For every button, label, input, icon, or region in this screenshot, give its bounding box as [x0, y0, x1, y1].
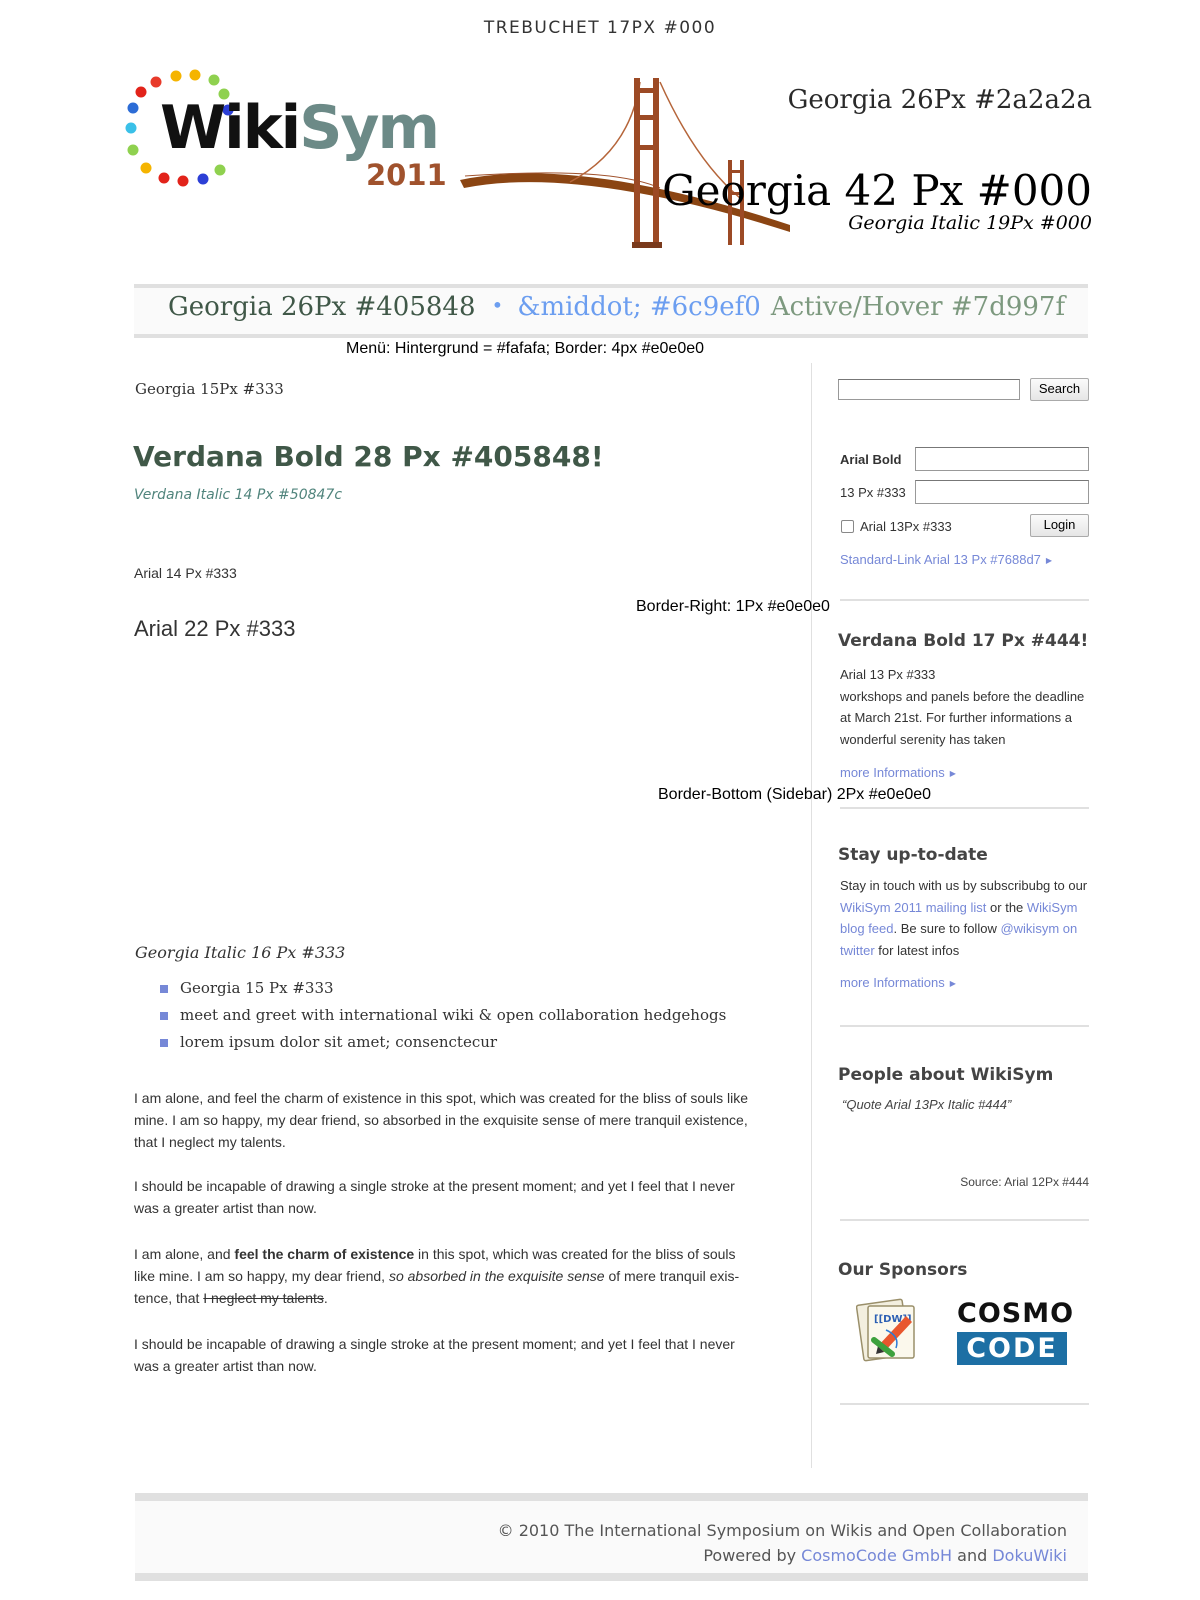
more-link-text[interactable]: more Informations	[840, 765, 945, 780]
sidebar-text: Arial 13 Px #333 workshops and panels bef…	[840, 664, 1092, 750]
arrow-right-icon: ▶	[949, 769, 956, 778]
list-item-text: meet and greet with international wiki &…	[180, 1006, 727, 1024]
list-item-text: Georgia 15 Px #333	[180, 979, 334, 997]
text-span: I am alone, and	[134, 1246, 235, 1262]
text-span: or the	[986, 899, 1027, 915]
italic-text: so absorbed in the exquisite sense	[388, 1268, 605, 1284]
text-span: . Be sure to follow	[893, 921, 1001, 936]
italic-heading: Georgia Italic 16 Px #333	[135, 943, 346, 962]
bullet-square-icon	[160, 985, 168, 993]
login-button[interactable]: Login	[1030, 514, 1089, 537]
search-input[interactable]	[838, 379, 1020, 400]
content-divider	[811, 363, 812, 1468]
password-field[interactable]	[915, 480, 1089, 504]
logo-sym: Sym	[299, 93, 440, 163]
list-item: Georgia 15 Px #333	[160, 975, 726, 1002]
sidebar-heading: Stay up-to-date	[838, 845, 988, 865]
bullet-square-icon	[160, 1012, 168, 1020]
sidebar-heading: People about WikiSym	[838, 1065, 1054, 1085]
dokuwiki-link[interactable]: DokuWiki	[992, 1546, 1067, 1565]
section-heading: Arial 22 Px #333	[134, 616, 296, 641]
more-link-text[interactable]: more Informations	[840, 975, 945, 990]
border-bottom-annotation: Border-Bottom (Sidebar) 2Px #e0e0e0	[658, 786, 932, 803]
bullet-list: Georgia 15 Px #333 meet and greet with i…	[160, 975, 726, 1056]
more-informations-link[interactable]: more Informations ▶	[840, 765, 956, 780]
header-subtitle: Georgia 26Px #2a2a2a	[787, 85, 1092, 115]
footer-powered-by: Powered by CosmoCode GmbH and DokuWiki	[703, 1546, 1067, 1565]
sidebar-heading: Verdana Bold 17 Px #444!	[838, 631, 1089, 651]
menu-item-active[interactable]: Active/Hover #7d997f	[771, 292, 1065, 322]
border-right-annotation: Border-Right: 1Px #e0e0e0	[636, 598, 830, 615]
footer-copyright: © 2010 The International Symposium on Wi…	[497, 1521, 1067, 1540]
sidebar-divider	[840, 807, 1089, 809]
top-note: TREBUCHET 17PX #000	[483, 18, 717, 38]
site-title: Georgia 42 Px #000	[662, 166, 1092, 215]
menu-annotation: Menü: Hintergrund = #fafafa; Border: 4px…	[346, 340, 705, 357]
page-title: Verdana Bold 28 Px #405848!	[133, 440, 604, 473]
menu-item-2[interactable]: &middot; #6c9ef0	[517, 292, 761, 322]
text-span: and	[952, 1546, 993, 1565]
paragraph: I am alone, and feel the charm of existe…	[134, 1090, 748, 1150]
list-item: meet and greet with international wiki &…	[160, 1002, 726, 1029]
menu-separator: •	[491, 293, 504, 317]
paragraph: I should be incapable of drawing a singl…	[134, 1336, 735, 1374]
site-tagline: Georgia Italic 19Px #000	[848, 212, 1092, 234]
sidebar-text: Stay in touch with us by subscribubg to …	[840, 875, 1092, 961]
username-field[interactable]	[915, 447, 1089, 471]
sidebar-text-body: workshops and panels before the deadline…	[840, 688, 1085, 747]
search-button[interactable]: Search	[1030, 378, 1089, 401]
cosmocode-logo-top[interactable]: COSMO	[957, 1298, 1073, 1329]
username-label: Arial Bold	[840, 452, 902, 467]
paragraph-formatted: I am alone, and feel the charm of existe…	[134, 1243, 760, 1309]
paragraph: I should be incapable of drawing a singl…	[134, 1178, 735, 1216]
standard-link-text[interactable]: Standard-Link Arial 13 Px #7688d7	[840, 552, 1041, 567]
password-label: 13 Px #333	[840, 485, 906, 500]
logo-wordmark[interactable]: WikiSym	[160, 98, 440, 158]
text-span: Stay in touch with us by subscribubg to …	[840, 878, 1088, 893]
dokuwiki-logo-icon[interactable]: [[DW]]	[856, 1296, 922, 1362]
sidebar-divider	[840, 1403, 1089, 1405]
main-menu: Georgia 26Px #405848 • &middot; #6c9ef0 Act…	[168, 292, 1065, 322]
cosmocode-logo-bottom[interactable]: CODE	[957, 1332, 1067, 1365]
arrow-right-icon: ▶	[1045, 556, 1053, 565]
remember-label[interactable]: Arial 13Px #333	[860, 519, 952, 534]
bold-text: feel the charm of existence	[234, 1246, 415, 1262]
page-subtitle: Verdana Italic 14 Px #50847c	[134, 487, 343, 503]
cosmocode-link[interactable]: CosmoCode GmbH	[801, 1546, 952, 1565]
golden-gate-bridge-illustration	[460, 78, 790, 248]
menu-item-1[interactable]: Georgia 26Px #405848	[168, 292, 476, 322]
text-span: .	[323, 1290, 328, 1306]
testimonial-quote: “Quote Arial 13Px Italic #444”	[842, 1097, 1012, 1112]
logo-wiki: Wiki	[160, 93, 301, 163]
text-span: for latest infos	[874, 942, 960, 958]
more-informations-link[interactable]: more Informations ▶	[840, 975, 956, 990]
logo-year: 2011	[366, 158, 447, 192]
quote-source: Source: Arial 12Px #444	[960, 1175, 1089, 1189]
list-item-text: lorem ipsum dolor sit amet; consenctecur	[180, 1033, 498, 1051]
remember-checkbox[interactable]	[841, 520, 854, 533]
strikethrough-text: I neglect my talents	[203, 1290, 324, 1306]
sidebar-heading: Our Sponsors	[838, 1260, 968, 1280]
sidebar-divider	[840, 599, 1089, 601]
breadcrumb[interactable]: Georgia 15Px #333	[135, 380, 284, 398]
arrow-right-icon: ▶	[949, 979, 956, 988]
standard-link[interactable]: Standard-Link Arial 13 Px #7688d7 ▶	[840, 552, 1052, 567]
sidebar-text-line: Arial 13 Px #333	[840, 667, 936, 682]
text-span: Powered by	[703, 1546, 802, 1565]
sidebar-divider	[840, 1025, 1089, 1027]
bullet-square-icon	[160, 1039, 168, 1047]
mailing-list-link[interactable]: WikiSym 2011 mailing list	[840, 900, 986, 915]
sidebar-divider	[840, 1219, 1089, 1221]
list-item: lorem ipsum dolor sit amet; consenctecur	[160, 1029, 726, 1056]
text-sample-arial14: Arial 14 Px #333	[134, 565, 237, 581]
